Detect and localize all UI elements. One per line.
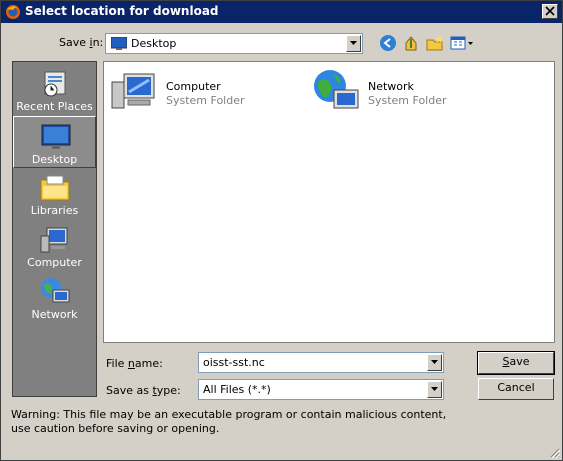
save-as-type-dropdown-button[interactable] <box>427 381 442 398</box>
place-libraries[interactable]: Libraries <box>13 168 96 220</box>
save-in-value: Desktop <box>131 37 177 50</box>
title-bar: Select location for download <box>1 1 562 23</box>
item-type: System Folder <box>368 94 447 107</box>
recent-places-icon <box>39 68 71 100</box>
item-name: Computer <box>166 80 221 93</box>
file-list: Computer System Folder Network System Fo… <box>103 61 555 343</box>
place-label: Libraries <box>30 204 79 217</box>
up-folder-icon <box>405 36 417 51</box>
window-title: Select location for download <box>25 4 219 18</box>
place-desktop[interactable]: Desktop <box>13 116 96 168</box>
resize-grip-icon[interactable] <box>548 446 561 459</box>
item-type: System Folder <box>166 94 245 107</box>
place-label: Recent Places <box>16 100 93 113</box>
place-label: Network <box>31 308 78 321</box>
item-name: Network <box>368 80 414 93</box>
save-in-label: Save in: <box>59 36 104 49</box>
save-as-type-value: All Files (*.*) <box>203 383 271 396</box>
back-button[interactable] <box>379 34 399 52</box>
new-folder-icon <box>426 35 443 51</box>
close-icon <box>545 6 555 16</box>
list-item[interactable]: Computer System Folder <box>110 68 300 114</box>
place-label: Desktop <box>31 153 78 166</box>
view-menu-button[interactable] <box>449 34 475 52</box>
chevron-down-icon <box>431 360 438 364</box>
firefox-icon <box>5 4 21 20</box>
places-bar: Recent Places Desktop Libraries Computer… <box>12 61 97 397</box>
save-in-dropdown-button[interactable] <box>346 35 361 52</box>
desktop-icon <box>40 121 72 153</box>
file-name-dropdown-button[interactable] <box>427 354 442 371</box>
place-network[interactable]: Network <box>13 272 96 324</box>
save-button[interactable]: Save <box>477 351 555 375</box>
save-as-type-dropdown[interactable]: All Files (*.*) <box>198 379 444 400</box>
save-dialog: Select location for download Save in: De… <box>0 0 563 461</box>
file-name-value: oisst-sst.nc <box>203 356 265 369</box>
up-folder-button[interactable] <box>402 34 422 52</box>
back-arrow-icon <box>380 35 396 51</box>
desktop-small-icon <box>110 36 128 54</box>
file-name-label: File name: <box>106 357 163 370</box>
cancel-button[interactable]: Cancel <box>478 378 554 400</box>
computer-icon <box>39 224 71 256</box>
place-computer[interactable]: Computer <box>13 220 96 272</box>
network-icon <box>312 68 360 114</box>
save-as-type-label: Save as type: <box>106 384 181 397</box>
list-item[interactable]: Network System Folder <box>312 68 502 114</box>
libraries-icon <box>39 172 71 204</box>
view-menu-icon <box>450 36 473 50</box>
file-name-field[interactable]: oisst-sst.nc <box>198 352 444 373</box>
close-button[interactable] <box>542 4 558 19</box>
warning-text: Warning: This file may be an executable … <box>11 408 447 435</box>
chevron-down-icon <box>350 41 357 45</box>
place-label: Computer <box>27 256 82 269</box>
computer-icon <box>110 68 158 114</box>
save-in-dropdown[interactable]: Desktop <box>105 33 363 54</box>
new-folder-button[interactable] <box>425 34 445 52</box>
network-icon <box>39 276 71 308</box>
chevron-down-icon <box>431 387 438 391</box>
place-recent-places[interactable]: Recent Places <box>13 64 96 116</box>
